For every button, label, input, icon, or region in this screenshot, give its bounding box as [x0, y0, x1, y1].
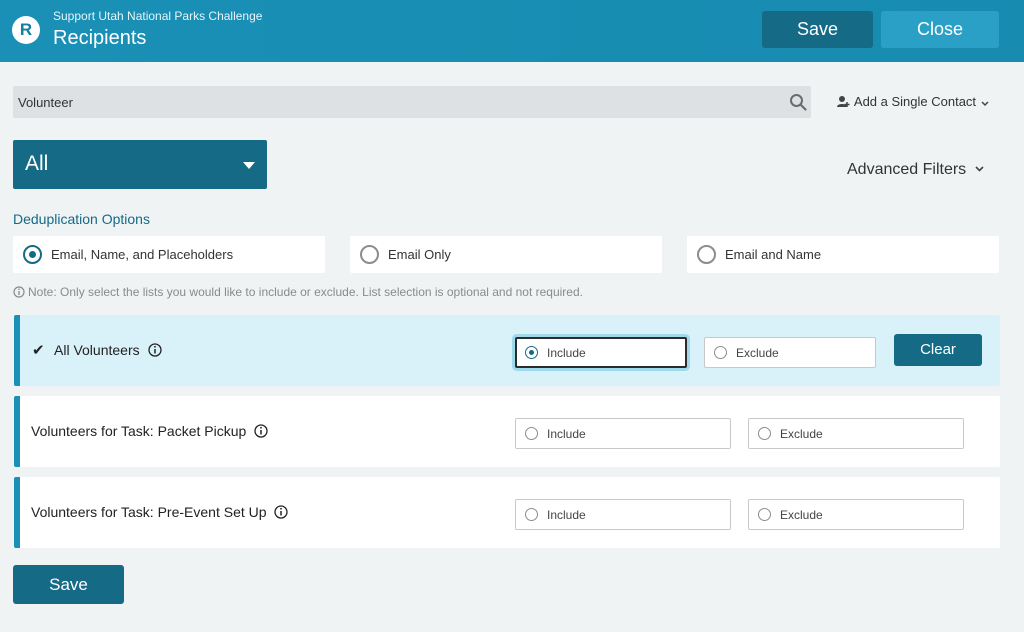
dedup-option-email-name[interactable]: Email and Name — [687, 236, 999, 273]
radio-selected[interactable] — [23, 245, 42, 264]
radio-unselected[interactable] — [758, 427, 771, 440]
list-filter-select[interactable]: All — [13, 140, 267, 189]
add-contact-label: Add a Single Contact — [853, 94, 977, 109]
list-row: ✔ All Volunteers Include Exclude Clear — [14, 315, 1000, 386]
dedup-option-email-name-placeholders[interactable]: Email, Name, and Placeholders — [13, 236, 325, 273]
exclude-label: Exclude — [736, 346, 779, 360]
caret-down-icon — [243, 162, 255, 169]
radio-unselected[interactable] — [525, 508, 538, 521]
list-name: All Volunteers — [54, 342, 162, 358]
page-title: Recipients — [53, 27, 147, 49]
search-icon[interactable] — [789, 93, 807, 111]
chevron-down-icon — [981, 101, 989, 107]
exclude-label: Exclude — [780, 508, 823, 522]
dedup-option-label: Email, Name, and Placeholders — [51, 247, 234, 262]
checkmark-icon: ✔ — [32, 342, 45, 359]
radio-unselected[interactable] — [758, 508, 771, 521]
info-icon[interactable] — [147, 343, 162, 357]
exclude-label: Exclude — [780, 427, 823, 441]
exclude-option[interactable]: Exclude — [704, 337, 876, 368]
advanced-filters-toggle[interactable]: Advanced Filters — [847, 161, 985, 179]
search-bar — [13, 86, 811, 118]
dedup-option-label: Email and Name — [725, 247, 822, 262]
radio-unselected[interactable] — [697, 245, 716, 264]
list-name-label: Volunteers for Task: Packet Pickup — [31, 423, 247, 439]
add-person-icon — [837, 96, 850, 107]
exclude-option[interactable]: Exclude — [748, 418, 964, 449]
list-row: Volunteers for Task: Packet Pickup Inclu… — [14, 396, 1000, 467]
include-label: Include — [547, 508, 586, 522]
header-bar: R Support Utah National Parks Challenge … — [0, 0, 1024, 62]
selection-note: Note: Only select the lists you would li… — [13, 285, 583, 299]
exclude-option[interactable]: Exclude — [748, 499, 964, 530]
radio-selected[interactable] — [525, 346, 538, 359]
info-icon — [13, 286, 25, 298]
dedup-option-email-only[interactable]: Email Only — [350, 236, 662, 273]
include-label: Include — [547, 427, 586, 441]
app-logo: R — [12, 16, 40, 44]
note-text: Note: Only select the lists you would li… — [28, 285, 583, 299]
chevron-down-icon — [975, 166, 984, 172]
list-name-label: Volunteers for Task: Pre-Event Set Up — [31, 504, 267, 520]
radio-unselected[interactable] — [714, 346, 727, 359]
dedup-option-label: Email Only — [388, 247, 451, 262]
list-row: Volunteers for Task: Pre-Event Set Up In… — [14, 477, 1000, 548]
list-name: Volunteers for Task: Packet Pickup — [31, 423, 268, 439]
dedup-section-title: Deduplication Options — [13, 211, 150, 227]
add-single-contact-dropdown[interactable]: Add a Single Contact — [836, 94, 990, 109]
advanced-filters-label: Advanced Filters — [847, 161, 967, 178]
close-button[interactable]: Close — [881, 11, 999, 48]
include-option[interactable]: Include — [515, 337, 687, 368]
info-icon[interactable] — [274, 505, 289, 519]
list-name-label: All Volunteers — [54, 342, 140, 358]
list-name: Volunteers for Task: Pre-Event Set Up — [31, 504, 289, 520]
clear-button[interactable]: Clear — [894, 334, 982, 366]
info-icon[interactable] — [254, 424, 268, 438]
include-option[interactable]: Include — [515, 418, 731, 449]
list-filter-value: All — [25, 152, 49, 175]
campaign-name: Support Utah National Parks Challenge — [53, 9, 263, 23]
radio-unselected[interactable] — [360, 245, 379, 264]
search-input[interactable] — [13, 86, 773, 118]
include-option[interactable]: Include — [515, 499, 731, 530]
header-save-button[interactable]: Save — [762, 11, 873, 48]
include-label: Include — [547, 346, 586, 360]
radio-unselected[interactable] — [525, 427, 538, 440]
save-button[interactable]: Save — [13, 565, 124, 604]
